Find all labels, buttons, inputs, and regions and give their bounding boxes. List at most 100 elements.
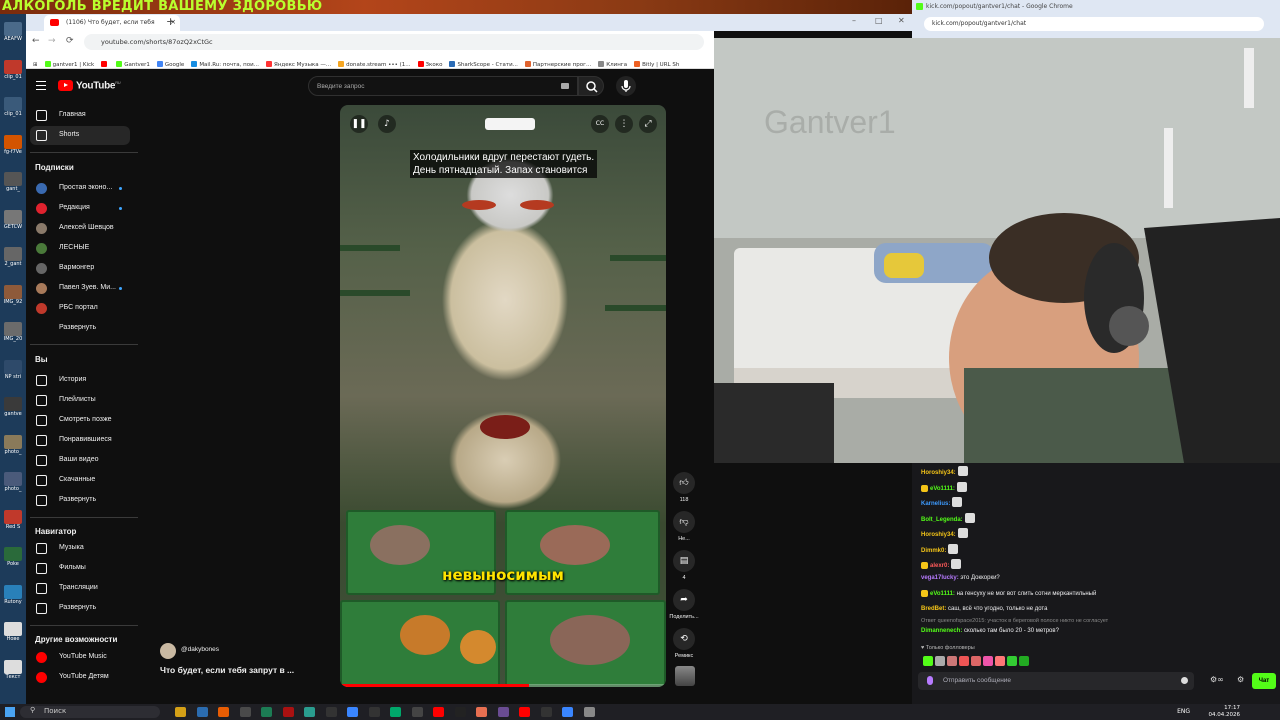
taskbar-app-icon[interactable]: [218, 707, 229, 717]
sidebar-item[interactable]: YouTube Music: [30, 648, 130, 667]
taskbar-app-icon[interactable]: [454, 707, 466, 717]
bookmark-item[interactable]: gantver1 | Kick: [44, 61, 94, 68]
channel-name[interactable]: @dakybones: [181, 646, 219, 653]
apps-grid-icon[interactable]: ⊞: [33, 62, 38, 68]
start-icon[interactable]: [5, 707, 15, 717]
desktop-icon[interactable]: Текст: [3, 659, 23, 680]
volume-button[interactable]: ♪: [378, 115, 396, 133]
emote-icon[interactable]: [983, 656, 993, 666]
shorts-video-player[interactable]: ❚❚ ♪ CC ⋮ ⤢ Холодильники вдруг перестают…: [340, 105, 666, 687]
remix-button[interactable]: ⟲: [673, 628, 695, 650]
emote-bar[interactable]: [921, 656, 1029, 666]
pause-button[interactable]: ❚❚: [350, 115, 368, 133]
bookmark-item[interactable]: Bitly | URL Sh: [634, 61, 679, 68]
desktop-icon[interactable]: Нове: [3, 622, 23, 642]
comments-button[interactable]: ▤: [673, 550, 695, 572]
sidebar-item[interactable]: Фильмы: [30, 559, 130, 578]
desktop-icon[interactable]: Poke: [3, 547, 23, 567]
like-button[interactable]: 👍︎: [673, 472, 695, 494]
taskbar-app-icon[interactable]: [368, 707, 380, 717]
captions-button[interactable]: CC: [591, 115, 609, 133]
url-field[interactable]: youtube.com/shorts/87ozQ2xCtGc: [84, 34, 704, 50]
chat-username[interactable]: Karnelius:: [921, 501, 950, 507]
sidebar-item[interactable]: История: [30, 371, 130, 390]
desktop-icon[interactable]: clip_01: [3, 59, 23, 80]
share-button[interactable]: ➦: [673, 589, 695, 611]
desktop-icon[interactable]: NP stri: [3, 359, 23, 380]
taskbar-app-icon[interactable]: [304, 707, 315, 717]
sidebar-item[interactable]: Развернуть: [30, 491, 130, 510]
chat-username[interactable]: eVo1111:: [930, 591, 955, 597]
youtube-logo-text[interactable]: YouTubeRU: [76, 80, 121, 91]
sidebar-item[interactable]: Плейлисты: [30, 391, 130, 410]
fullscreen-button[interactable]: ⤢: [639, 115, 657, 133]
youtube-logo-icon[interactable]: [58, 80, 73, 91]
desktop-icon[interactable]: photo_: [3, 472, 23, 492]
chat-username[interactable]: Dimannenech:: [921, 628, 962, 634]
taskbar-app-icon[interactable]: [433, 707, 444, 717]
taskbar-app-icon[interactable]: [347, 707, 358, 717]
taskbar-app-icon[interactable]: [282, 707, 294, 717]
desktop-icon[interactable]: gant_: [3, 172, 23, 192]
minimize-icon[interactable]: –: [852, 16, 856, 25]
maximize-icon[interactable]: □: [875, 16, 883, 25]
desktop-icon[interactable]: 2_gant: [3, 247, 23, 267]
sidebar-item[interactable]: Развернуть: [30, 319, 130, 338]
sidebar-item[interactable]: Shorts: [30, 126, 130, 145]
emote-icon[interactable]: [971, 656, 981, 666]
taskbar-app-icon[interactable]: [175, 707, 186, 717]
taskbar-app-icon[interactable]: [583, 707, 595, 717]
taskbar-app-icon[interactable]: [519, 707, 530, 717]
taskbar-app-icon[interactable]: [261, 707, 272, 717]
emote-icon[interactable]: [935, 656, 945, 666]
sidebar-item[interactable]: Смотреть позже: [30, 411, 130, 430]
bookmark-item[interactable]: Mail.Ru: почта, пои...: [191, 61, 259, 68]
desktop-icon[interactable]: IMG_92: [3, 284, 23, 305]
language-indicator[interactable]: ENG: [1177, 708, 1190, 715]
reload-icon[interactable]: ⟳: [66, 36, 74, 46]
taskbar-app-icon[interactable]: [411, 707, 423, 717]
taskbar-app-icon[interactable]: [540, 707, 552, 717]
bookmark-item[interactable]: Яндекс Музыка —...: [265, 61, 331, 68]
emote-icon[interactable]: [1007, 656, 1017, 666]
emote-icon[interactable]: [1019, 656, 1029, 666]
taskbar-app-icon[interactable]: [497, 707, 509, 717]
sidebar-item[interactable]: Павел Зуев. Ми...: [30, 279, 130, 298]
bookmark-item[interactable]: SharkScope - Стати...: [449, 61, 518, 68]
desktop-icon[interactable]: AEAFW: [3, 22, 23, 42]
sidebar-item[interactable]: YouTube Детям: [30, 668, 130, 687]
voice-search-button[interactable]: [616, 76, 636, 96]
desktop-icon[interactable]: fg-f7Ve: [3, 134, 23, 155]
bookmark-item[interactable]: donate.stream ••• (1...: [338, 61, 411, 68]
desktop-icon[interactable]: Rutony: [3, 584, 23, 605]
taskbar-app-icon[interactable]: [239, 707, 251, 717]
taskbar-app-icon[interactable]: [562, 707, 573, 717]
chat-tools-icon[interactable]: ⚙︎∞: [1210, 675, 1224, 684]
you-header[interactable]: Вы: [35, 355, 48, 364]
chat-username[interactable]: Dimmk0:: [921, 548, 946, 554]
bookmark-item[interactable]: Клинга: [598, 61, 627, 68]
chat-username[interactable]: eVo1111:: [930, 486, 955, 492]
taskbar-clock[interactable]: 17:17 04.04.2026: [1209, 705, 1241, 719]
taskbar-app-icon[interactable]: [476, 707, 487, 717]
emoji-picker-icon[interactable]: [1181, 677, 1188, 684]
video-progress-bar[interactable]: [340, 684, 666, 687]
sidebar-item[interactable]: Главная: [30, 106, 130, 125]
send-chat-button[interactable]: Чат: [1252, 673, 1276, 689]
emote-icon[interactable]: [947, 656, 957, 666]
chat-username[interactable]: vega17lucky:: [921, 575, 959, 581]
bookmark-item[interactable]: Google: [156, 61, 184, 68]
chat-username[interactable]: alexr0:: [930, 563, 949, 569]
sidebar-item[interactable]: Вармонгер: [30, 259, 130, 278]
emote-icon[interactable]: [959, 656, 969, 666]
dislike-button[interactable]: 👎︎: [673, 511, 695, 533]
sidebar-item[interactable]: Ваши видео: [30, 451, 130, 470]
bookmark-item[interactable]: Gantver1: [116, 61, 150, 68]
sound-thumbnail[interactable]: [675, 666, 695, 686]
emote-icon[interactable]: [923, 656, 933, 666]
desktop-icon[interactable]: clip_01: [3, 97, 23, 117]
menu-icon[interactable]: [36, 81, 46, 90]
more-options-button[interactable]: ⋮: [615, 115, 633, 133]
sidebar-item[interactable]: ЛЕСНЫЕ: [30, 239, 130, 258]
desktop-icon[interactable]: photo_: [3, 434, 23, 455]
